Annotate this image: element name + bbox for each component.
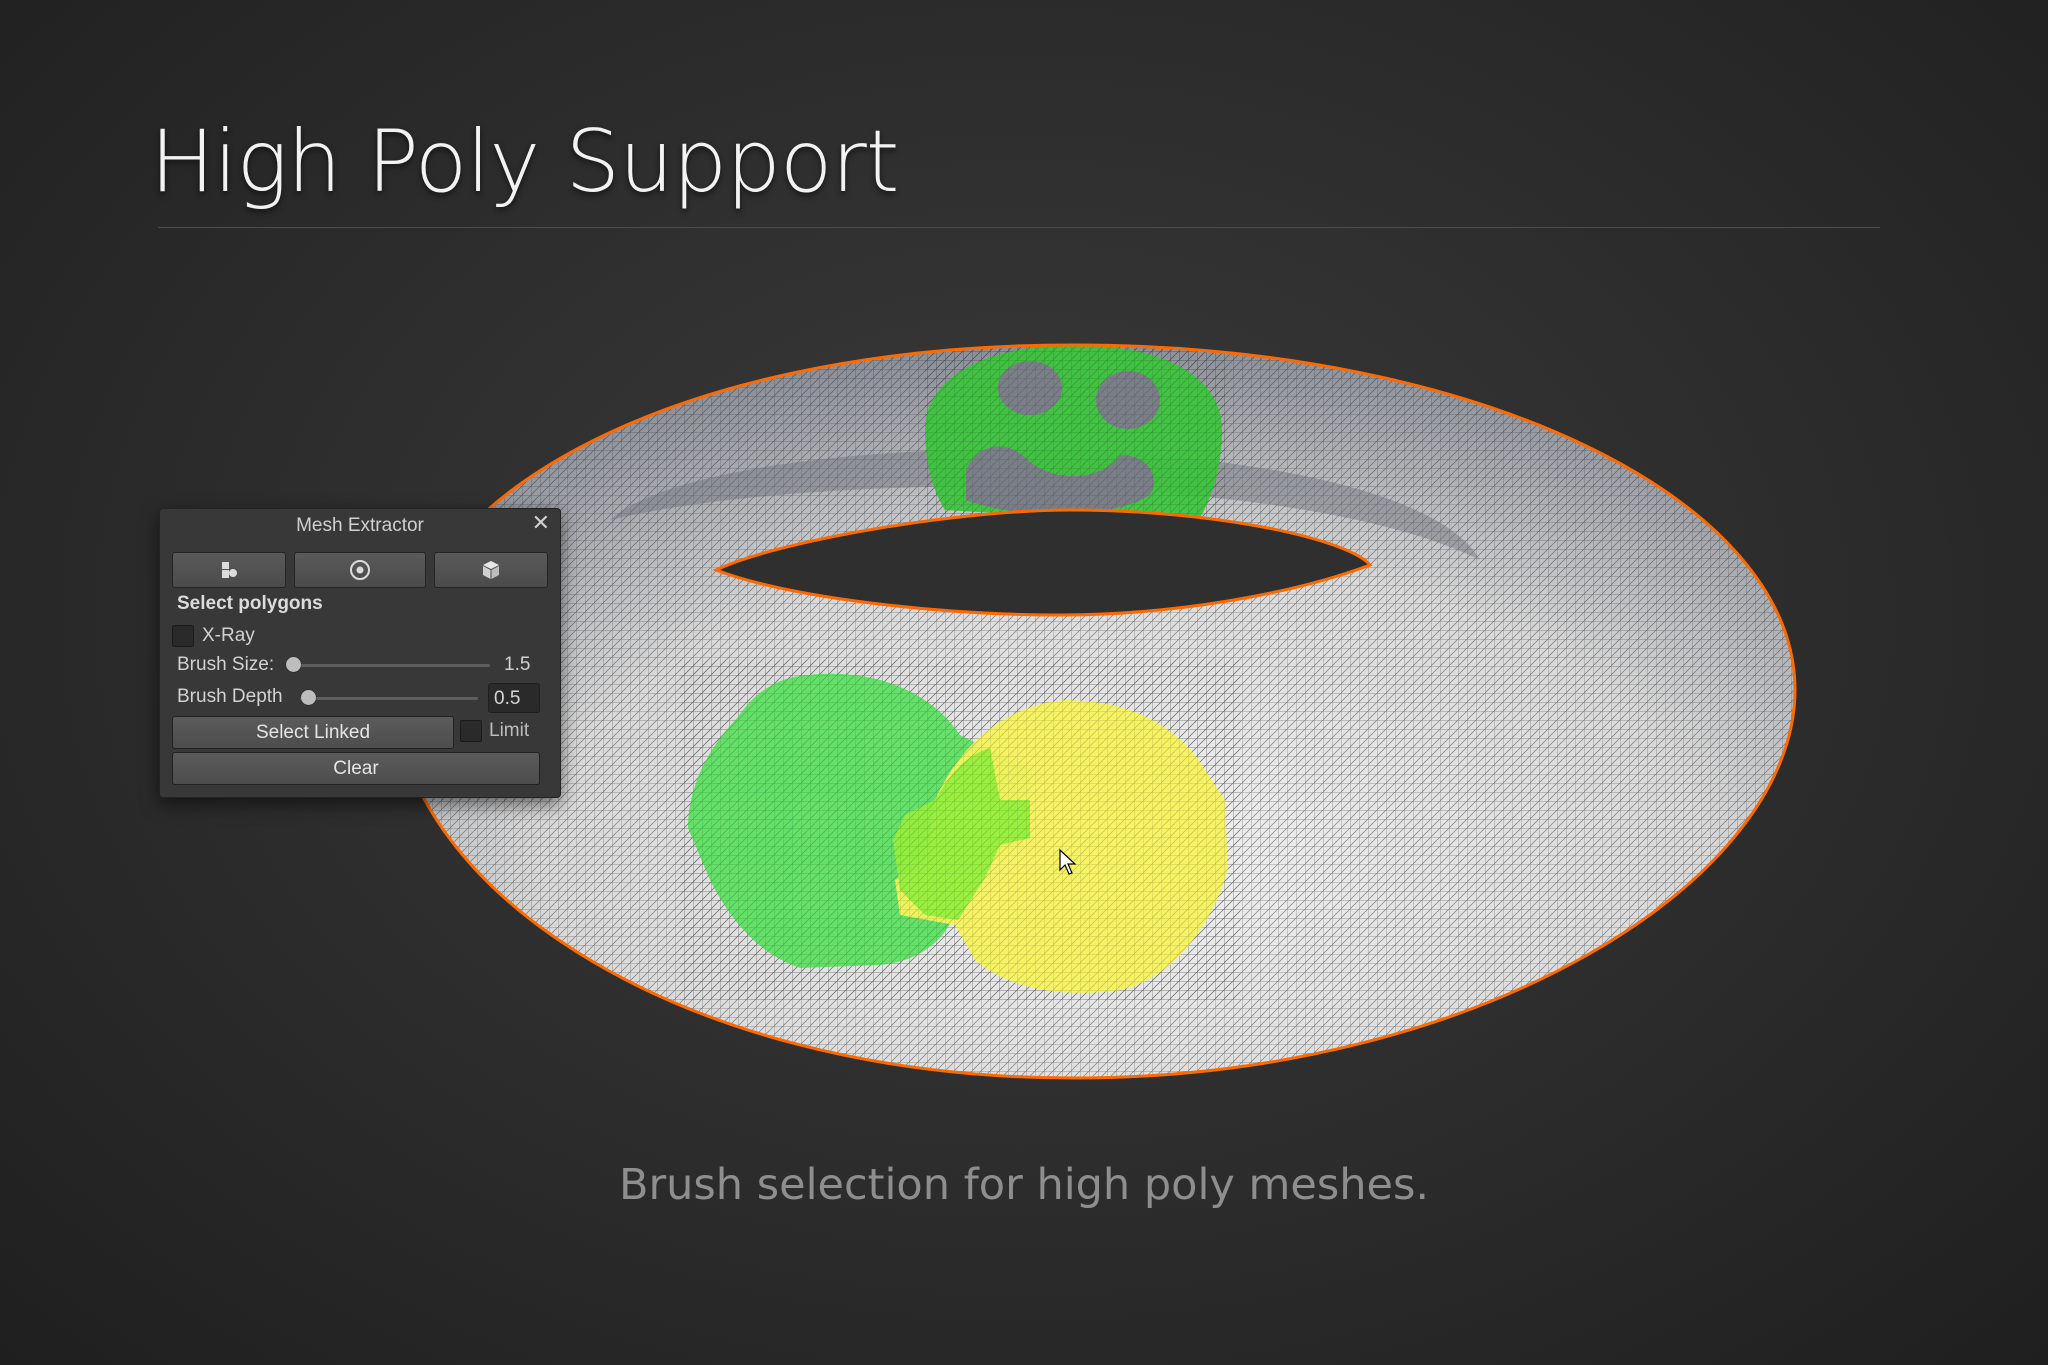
limit-label: Limit bbox=[489, 720, 530, 741]
mesh-extractor-panel: Mesh Extractor ✕ Select polygons X-Ray B… bbox=[159, 508, 561, 798]
shapes-icon bbox=[222, 562, 238, 578]
xray-row: X-Ray bbox=[172, 625, 255, 647]
tool-mode-row bbox=[172, 552, 548, 588]
cube-icon bbox=[482, 561, 499, 579]
shapes-mode-button[interactable] bbox=[172, 552, 287, 588]
brush-mode-button[interactable] bbox=[294, 552, 426, 588]
xray-checkbox[interactable] bbox=[172, 625, 194, 647]
brush-size-value: 1.5 bbox=[504, 654, 531, 675]
brush-depth-field[interactable]: 0.5 bbox=[488, 683, 540, 713]
brush-depth-slider-track[interactable] bbox=[300, 697, 478, 700]
caption: Brush selection for high poly meshes. bbox=[618, 1160, 1430, 1210]
brush-depth-label: Brush Depth bbox=[177, 686, 283, 707]
limit-checkbox[interactable] bbox=[460, 720, 482, 742]
object-mode-button[interactable] bbox=[433, 552, 548, 588]
xray-label: X-Ray bbox=[202, 625, 255, 646]
torus-mesh bbox=[393, 343, 1797, 1080]
brush-size-slider-thumb[interactable] bbox=[286, 657, 301, 672]
panel-title: Mesh Extractor bbox=[296, 515, 424, 536]
brush-size-label: Brush Size: bbox=[177, 654, 275, 675]
target-circle-icon bbox=[349, 560, 370, 580]
selection-smiley bbox=[925, 345, 1225, 525]
brush-size-slider-track[interactable] bbox=[300, 664, 490, 667]
clear-button[interactable]: Clear bbox=[172, 752, 540, 785]
select-linked-button[interactable]: Select Linked bbox=[172, 716, 454, 749]
brush-depth-slider-thumb[interactable] bbox=[301, 690, 316, 705]
limit-row: Limit bbox=[460, 720, 529, 742]
close-icon[interactable]: ✕ bbox=[532, 510, 550, 536]
select-polygons-heading: Select polygons bbox=[177, 593, 323, 614]
